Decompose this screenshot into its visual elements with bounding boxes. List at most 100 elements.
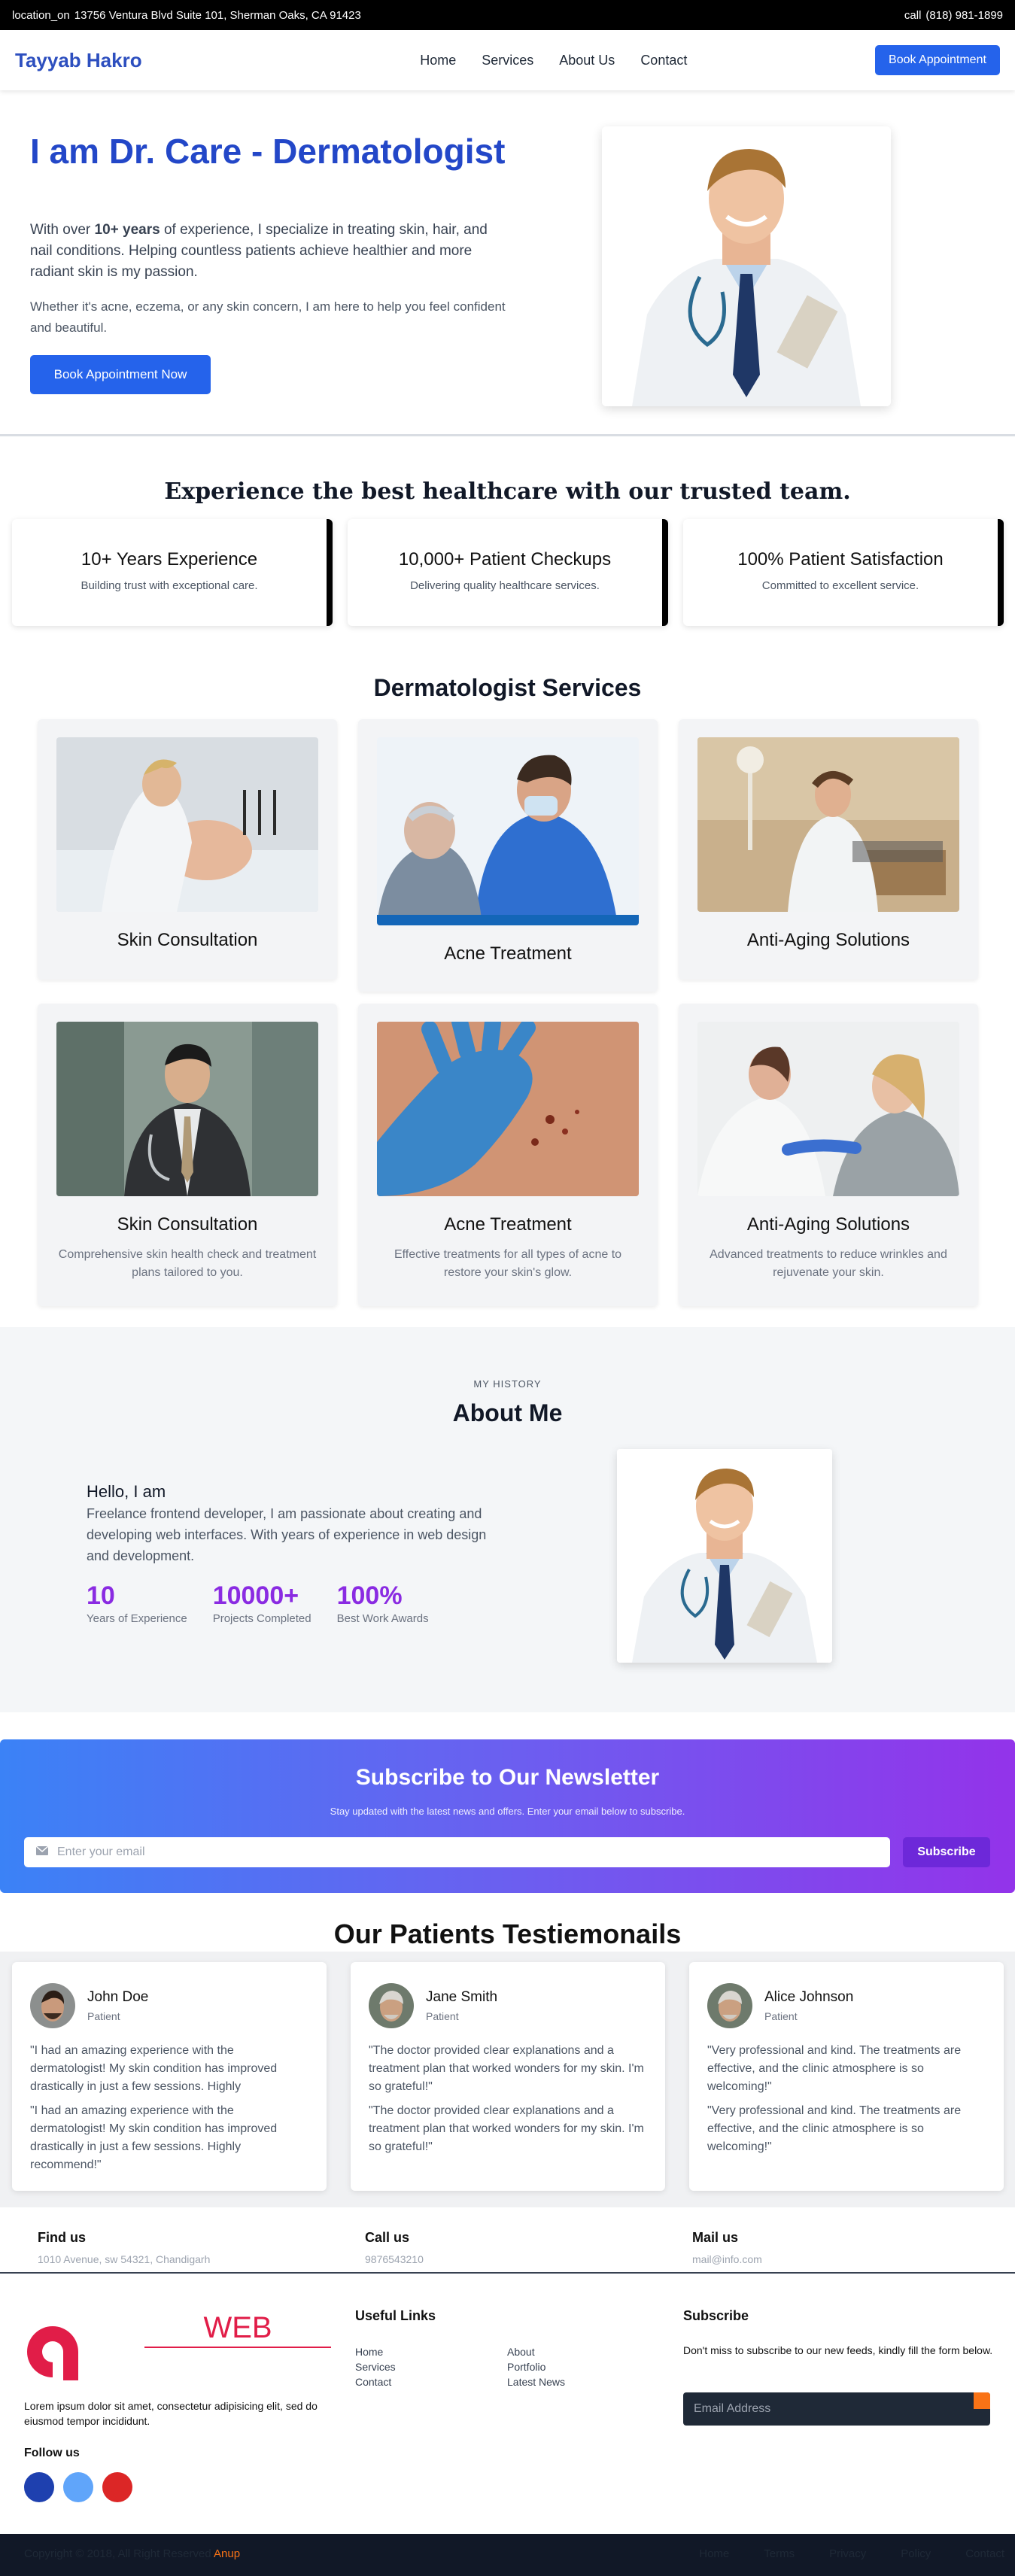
- google-icon[interactable]: [102, 2472, 132, 2502]
- about-title: About Me: [452, 1399, 563, 1426]
- footer-link-home[interactable]: Home: [355, 2344, 396, 2359]
- service-image: [697, 1022, 959, 1196]
- nav-contact[interactable]: Contact: [640, 53, 687, 68]
- testimonial-card: Alice Johnson Patient "Very professional …: [689, 1962, 1004, 2191]
- service-name: Acne Treatment: [444, 943, 572, 964]
- about-stat: 10000+ Projects Completed: [212, 1581, 311, 1625]
- service-name: Skin Consultation: [117, 1214, 258, 1235]
- newsletter-section: Subscribe to Our Newsletter Stay updated…: [0, 1739, 1015, 1893]
- phone-text[interactable]: (818) 981-1899: [925, 9, 1003, 22]
- send-icon[interactable]: [974, 2392, 990, 2409]
- avatar: [707, 1983, 752, 2028]
- envelope-icon: [35, 1845, 49, 1859]
- testimonial-card: John Doe Patient "I had an amazing experi…: [12, 1962, 327, 2191]
- footer-subscribe-title: Subscribe: [683, 2308, 749, 2323]
- author-link[interactable]: Anup: [214, 2547, 240, 2560]
- about-stat: 100% Best Work Awards: [336, 1581, 429, 1625]
- testimonial-name: Alice Johnson: [764, 1989, 854, 2005]
- hero-title: I am Dr. Care - Dermatologist: [30, 132, 506, 171]
- testimonial-role: Patient: [764, 2010, 798, 2022]
- experience-title: Experience the best healthcare with our …: [164, 478, 851, 505]
- bottom-links: Home Terms Privacy Policy Contact: [699, 2547, 1004, 2560]
- testimonial-quote: "The doctor provided clear explanations …: [369, 2104, 644, 2153]
- contact-find: Find us 1010 Avenue, sw 54321, Chandigarh: [38, 2230, 211, 2265]
- testimonial-quote: "The doctor provided clear explanations …: [369, 2044, 644, 2093]
- service-card[interactable]: Anti-Aging Solutions Advanced treatments…: [679, 1004, 978, 1306]
- newsletter-title: Subscribe to Our Newsletter: [355, 1765, 660, 1790]
- footer-logo-icon: [24, 2323, 83, 2384]
- service-card[interactable]: Skin Consultation Comprehensive skin hea…: [38, 1004, 337, 1306]
- about-hello: Hello, I am: [87, 1482, 166, 1501]
- footer-link-contact[interactable]: Contact: [355, 2374, 396, 2389]
- call-icon: call: [904, 8, 922, 22]
- service-name: Anti-Aging Solutions: [746, 1214, 910, 1235]
- testimonial-card: Jane Smith Patient "The doctor provided c…: [351, 1962, 665, 2191]
- service-card[interactable]: Acne Treatment Effective treatments for …: [358, 1004, 658, 1306]
- book-appointment-button[interactable]: Book Appointment: [874, 45, 1000, 75]
- avatar: [30, 1983, 75, 2028]
- footer-subscribe-text: Don't miss to subscribe to our new feeds…: [683, 2344, 993, 2356]
- stat-card: 10+ Years Experience Building trust with…: [12, 519, 333, 626]
- bottom-link[interactable]: Contact: [965, 2547, 1004, 2560]
- testimonial-role: Patient: [87, 2010, 120, 2022]
- service-description: Effective treatments for all types of ac…: [394, 1248, 622, 1279]
- footer-link-services[interactable]: Services: [355, 2359, 396, 2374]
- testimonial-quote: "Very professional and kind. The treatme…: [707, 2044, 962, 2093]
- footer-link-news[interactable]: Latest News: [507, 2374, 565, 2389]
- newsletter-placeholder: Enter your email: [57, 1845, 145, 1858]
- newsletter-email-input[interactable]: Enter your email: [24, 1837, 890, 1867]
- testimonials-title: Our Patients Testiemonails: [333, 1918, 682, 1949]
- nav-services[interactable]: Services: [482, 53, 533, 68]
- service-name: Skin Consultation: [117, 930, 258, 950]
- about-kicker: MY HISTORY: [473, 1378, 542, 1390]
- about-stats: 10 Years of Experience 10000+ Projects Com…: [87, 1581, 429, 1625]
- book-appointment-now-button[interactable]: Book Appointment Now: [30, 355, 211, 394]
- footer-email-input[interactable]: Email Address: [683, 2392, 990, 2426]
- service-card[interactable]: Skin Consultation: [38, 719, 337, 980]
- address-text: 13756 Ventura Blvd Suite 101, Sherman Oa…: [74, 8, 361, 22]
- brand-logo[interactable]: Tayyab Hakro: [15, 49, 142, 72]
- service-image: [56, 737, 318, 912]
- testimonial-name: Jane Smith: [426, 1989, 498, 2005]
- testimonial-name: John Doe: [87, 1989, 149, 2005]
- subscribe-button[interactable]: Subscribe: [903, 1837, 990, 1867]
- stat-card: 10,000+ Patient Checkups Delivering qual…: [348, 519, 668, 626]
- location-icon: location_on: [12, 8, 70, 22]
- useful-links-title: Useful Links: [355, 2308, 436, 2323]
- service-image: [377, 1022, 639, 1196]
- hero-section: I am Dr. Care - Dermatologist With over …: [0, 90, 1015, 436]
- hero-intro: With over 10+ years of experience, I spe…: [30, 222, 488, 280]
- newsletter-subtitle: Stay updated with the latest news and of…: [330, 1806, 685, 1817]
- follow-us-title: Follow us: [24, 2447, 80, 2459]
- contact-strip: Find us 1010 Avenue, sw 54321, Chandigarh…: [0, 2207, 1015, 2274]
- footer-link-portfolio[interactable]: Portfolio: [507, 2359, 565, 2374]
- footer-link-about[interactable]: About: [507, 2344, 565, 2359]
- bottom-link[interactable]: Terms: [764, 2547, 795, 2560]
- avatar: [369, 1983, 414, 2028]
- contact-mail: Mail us mail@info.com: [692, 2230, 762, 2265]
- bottom-link[interactable]: Home: [699, 2547, 729, 2560]
- nav-home[interactable]: Home: [420, 53, 456, 68]
- facebook-icon[interactable]: [24, 2472, 54, 2502]
- service-image: [697, 737, 959, 912]
- footer-about: Lorem ipsum dolor sit amet, consectetur …: [24, 2400, 318, 2427]
- service-card[interactable]: Anti-Aging Solutions: [679, 719, 978, 980]
- service-image: [56, 1022, 318, 1196]
- testimonial-quote: "I had an amazing experience with the de…: [30, 2044, 278, 2093]
- nav-about[interactable]: About Us: [559, 53, 615, 68]
- bottom-link[interactable]: Privacy: [829, 2547, 866, 2560]
- testimonial-role: Patient: [426, 2010, 459, 2022]
- footer-logo-text: WEB: [144, 2311, 331, 2348]
- navbar: Tayyab Hakro Home Services About Us Cont…: [0, 30, 1015, 90]
- contact-call: Call us 9876543210: [365, 2230, 424, 2265]
- service-card[interactable]: Acne Treatment: [358, 719, 658, 992]
- stats-row: 10+ Years Experience Building trust with…: [12, 519, 1004, 626]
- footer-links-col1: Home Services Contact: [355, 2344, 396, 2389]
- testimonial-quote: "I had an amazing experience with the de…: [30, 2104, 278, 2171]
- bottom-link[interactable]: Policy: [901, 2547, 931, 2560]
- service-name: Acne Treatment: [444, 1214, 572, 1235]
- about-bio: Freelance frontend developer, I am passi…: [87, 1506, 487, 1563]
- footer-links-col2: About Portfolio Latest News: [507, 2344, 565, 2389]
- nav-menu: Home Services About Us Contact: [420, 53, 687, 68]
- twitter-icon[interactable]: [63, 2472, 93, 2502]
